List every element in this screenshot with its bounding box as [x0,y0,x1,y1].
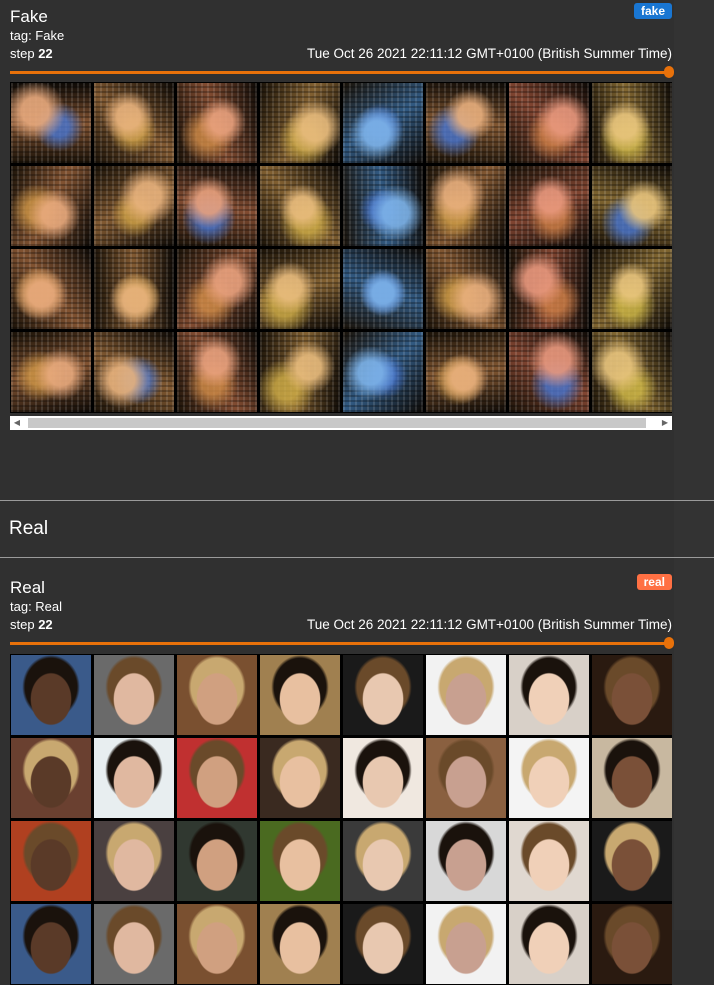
real-image-tile [94,738,174,818]
fake-image-tile [426,166,506,246]
real-image-tile [426,738,506,818]
real-image-grid [10,654,672,985]
real-image-tile [343,821,423,901]
real-image-tile [94,655,174,735]
fake-image-tile [260,166,340,246]
real-image-tile [509,904,589,984]
real-image-tile [260,655,340,735]
step-slider[interactable] [10,71,668,74]
real-image-tile [177,904,257,984]
timestamp: Tue Oct 26 2021 22:11:12 GMT+0100 (Briti… [306,617,672,632]
real-image-tile [343,738,423,818]
step-label: step [10,46,35,61]
card-title: Real [10,578,45,597]
fake-image-tile [177,166,257,246]
fake-image-tile [509,249,589,329]
real-image-tile [592,738,672,818]
real-image-tile [94,821,174,901]
fake-image-tile [592,166,672,246]
real-image-tile [177,821,257,901]
fake-image-card: Fake fake tag: Fake step 22 Tue Oct 26 2… [0,0,714,500]
real-image-tile [592,821,672,901]
real-image-tile [426,821,506,901]
fake-image-tile [11,332,91,412]
fake-image-tile [592,249,672,329]
real-image-tile [343,655,423,735]
real-image-tile [260,821,340,901]
fake-image-tile [343,249,423,329]
fake-image-tile [343,83,423,163]
fake-image-tile [509,83,589,163]
fake-image-tile [177,332,257,412]
run-badge: fake [633,3,672,19]
real-image-tile [177,655,257,735]
real-image-tile [260,904,340,984]
real-image-tile [426,904,506,984]
step-slider-thumb[interactable] [664,637,674,649]
real-image-card: Real real tag: Real step 22 Tue Oct 26 2… [0,570,714,985]
fake-image-tile [94,166,174,246]
real-image-tile [426,655,506,735]
real-image-tile [177,738,257,818]
fake-image-tile [509,332,589,412]
horizontal-scrollbar[interactable]: ◀ ▶ [10,416,672,430]
fake-image-tile [260,249,340,329]
real-image-tile [11,655,91,735]
fake-image-tile [11,249,91,329]
scroll-left-icon[interactable]: ◀ [12,418,22,428]
step-value: 22 [38,46,53,61]
fake-image-tile [343,166,423,246]
fake-image-tile [426,83,506,163]
step-indicator: step 22 [10,46,53,61]
fake-image-tile [509,166,589,246]
real-image-tile [11,904,91,984]
fake-image-tile [592,332,672,412]
step-indicator: step 22 [10,617,53,632]
fake-image-grid [10,82,672,413]
real-image-tile [509,821,589,901]
real-image-tile [11,738,91,818]
step-label: step [10,617,35,632]
divider [0,500,714,501]
fake-image-tile [94,332,174,412]
step-slider[interactable] [10,642,668,645]
fake-image-tile [260,83,340,163]
run-badge: real [636,574,672,590]
real-image-tile [592,655,672,735]
fake-image-tile [426,332,506,412]
fake-image-tile [177,83,257,163]
step-value: 22 [38,617,53,632]
scroll-right-icon[interactable]: ▶ [660,418,670,428]
timestamp: Tue Oct 26 2021 22:11:12 GMT+0100 (Briti… [306,46,672,61]
fake-image-tile [592,83,672,163]
step-slider-thumb[interactable] [664,66,674,78]
fake-image-tile [94,249,174,329]
divider [0,557,714,558]
real-image-tile [592,904,672,984]
fake-image-tile [11,83,91,163]
fake-image-tile [426,249,506,329]
real-image-tile [509,655,589,735]
card-title: Fake [10,7,48,26]
real-image-tile [509,738,589,818]
fake-image-tile [260,332,340,412]
card-tag: tag: Fake [10,28,65,43]
fake-image-tile [343,332,423,412]
real-image-tile [343,904,423,984]
scrollbar-thumb[interactable] [28,418,646,428]
real-image-tile [94,904,174,984]
section-title: Real [9,518,49,539]
fake-image-tile [177,249,257,329]
real-image-tile [260,738,340,818]
real-image-tile [11,821,91,901]
card-tag: tag: Real [10,599,63,614]
fake-image-tile [94,83,174,163]
fake-image-tile [11,166,91,246]
